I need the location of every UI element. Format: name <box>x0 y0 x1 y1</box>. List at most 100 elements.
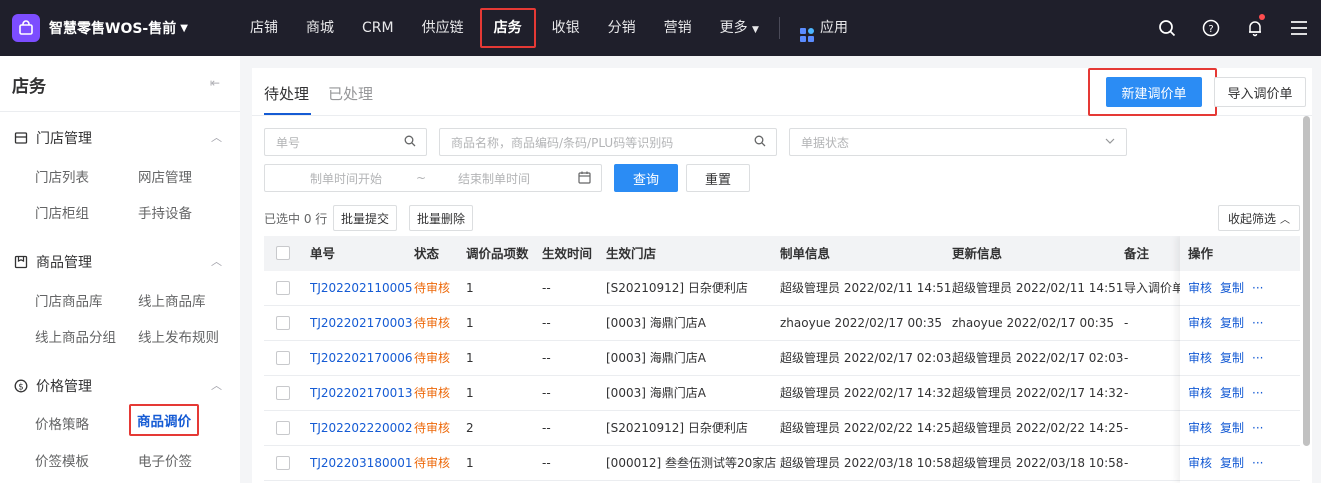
select-all-checkbox[interactable] <box>276 246 290 260</box>
item-count: 1 <box>466 386 474 400</box>
tab-processed[interactable]: 已处理 <box>328 83 373 104</box>
table-header: 单号 状态 调价品项数 生效时间 生效门店 制单信息 更新信息 备注 <box>264 236 1300 271</box>
sidebar-group-header[interactable]: 门店管理 <box>14 128 92 148</box>
order-no-link[interactable]: TJ202202170006 <box>310 341 413 376</box>
sidebar-item-price-tag-template[interactable]: 价签模板 <box>35 450 89 470</box>
copy-link[interactable]: 复制 <box>1220 386 1244 400</box>
table-row[interactable]: TJ202202220002 待审核 2 -- [S20210912] 日杂便利… <box>264 411 1300 446</box>
row-checkbox[interactable] <box>276 386 290 400</box>
collapse-sidebar-icon[interactable]: ⇤ <box>210 76 220 90</box>
bell-icon[interactable] <box>1233 0 1277 56</box>
row-checkbox[interactable] <box>276 421 290 435</box>
batch-delete-button[interactable]: 批量删除 <box>409 205 473 231</box>
more-actions-icon[interactable]: ··· <box>1252 421 1263 435</box>
svg-text:?: ? <box>1208 24 1213 35</box>
nav-item-crm[interactable]: CRM <box>348 8 408 48</box>
query-button[interactable]: 查询 <box>614 164 678 192</box>
sidebar-item-e-price-tag[interactable]: 电子价签 <box>138 450 192 470</box>
approve-link[interactable]: 审核 <box>1188 421 1212 435</box>
nav-item-apps[interactable]: 应用 <box>786 8 862 48</box>
chevron-up-icon[interactable]: ︿ <box>211 129 222 145</box>
row-checkbox[interactable] <box>276 281 290 295</box>
menu-icon[interactable] <box>1277 0 1321 56</box>
status-select[interactable]: 单据状态 <box>789 128 1127 156</box>
table-row[interactable]: TJ202202170013 待审核 1 -- [0003] 海鼎门店A 超级管… <box>264 376 1300 411</box>
collapse-filter-button[interactable]: 收起筛选 ︿ <box>1218 205 1300 231</box>
sidebar-item-publish-rules[interactable]: 线上发布规则 <box>138 326 219 346</box>
end-time-placeholder: 结束制单时间 <box>458 171 531 186</box>
remark: - <box>1124 421 1129 435</box>
effective-time: -- <box>542 386 551 400</box>
row-checkbox[interactable] <box>276 351 290 365</box>
order-no-link[interactable]: TJ202202170003 <box>310 306 413 341</box>
sidebar-item-price-strategy[interactable]: 价格策略 <box>35 413 89 433</box>
sidebar-item-online-store[interactable]: 网店管理 <box>138 166 192 186</box>
new-price-adjust-button[interactable]: 新建调价单 <box>1106 77 1202 107</box>
chevron-down-icon <box>1104 135 1116 150</box>
approve-link[interactable]: 审核 <box>1188 351 1212 365</box>
vertical-scrollbar[interactable] <box>1303 116 1310 446</box>
nav-item-mall[interactable]: 商城 <box>292 8 348 48</box>
updated-info: 超级管理员 2022/02/17 02:03 <box>952 351 1124 365</box>
approve-link[interactable]: 审核 <box>1188 281 1212 295</box>
import-price-adjust-button[interactable]: 导入调价单 <box>1214 77 1306 107</box>
reset-button[interactable]: 重置 <box>686 164 750 192</box>
table-row[interactable]: TJ202202110005 待审核 1 -- [S20210912] 日杂便利… <box>264 271 1300 306</box>
nav-item-marketing[interactable]: 营销 <box>650 8 706 48</box>
approve-link[interactable]: 审核 <box>1188 386 1212 400</box>
copy-link[interactable]: 复制 <box>1220 281 1244 295</box>
sidebar-item-handheld[interactable]: 手持设备 <box>138 202 192 222</box>
nav-item-more[interactable]: 更多 ▼ <box>706 8 773 48</box>
brand-switcher[interactable]: 智慧零售WOS-售前 ▼ <box>12 12 188 44</box>
nav-item-store-affairs[interactable]: 店务 <box>479 8 536 48</box>
more-actions-icon[interactable]: ··· <box>1252 351 1263 365</box>
table-row[interactable]: TJ202203180001 待审核 1 -- [000012] 叁叁伍测试等2… <box>264 446 1300 481</box>
more-actions-icon[interactable]: ··· <box>1252 456 1263 470</box>
chevron-up-icon[interactable]: ︿ <box>211 377 222 393</box>
sidebar-item-online-goods[interactable]: 线上商品库 <box>138 290 206 310</box>
order-no-link[interactable]: TJ202202220002 <box>310 411 413 446</box>
sidebar-item-price-adjust[interactable]: 商品调价 <box>129 404 199 436</box>
order-no-input[interactable]: 单号 <box>264 128 427 156</box>
nav-item-supply-chain[interactable]: 供应链 <box>408 8 478 48</box>
table-row[interactable]: TJ202202170003 待审核 1 -- [0003] 海鼎门店A zha… <box>264 306 1300 341</box>
copy-link[interactable]: 复制 <box>1220 456 1244 470</box>
help-icon[interactable]: ? <box>1189 0 1233 56</box>
apps-grid-icon <box>799 28 814 42</box>
chevron-up-icon[interactable]: ︿ <box>211 253 222 269</box>
row-actions: 审核 复制 ··· <box>1180 411 1300 446</box>
nav-item-distribution[interactable]: 分销 <box>594 8 650 48</box>
tab-pending[interactable]: 待处理 <box>264 83 309 104</box>
sidebar-item-online-goods-group[interactable]: 线上商品分组 <box>35 326 116 346</box>
more-actions-icon[interactable]: ··· <box>1252 281 1263 295</box>
more-actions-icon[interactable]: ··· <box>1252 316 1263 330</box>
order-no-placeholder: 单号 <box>276 135 301 150</box>
goods-search-placeholder: 商品名称，商品编码/条码/PLU码等识别码 <box>451 135 674 150</box>
table-row[interactable]: TJ202202170006 待审核 1 -- [0003] 海鼎门店A 超级管… <box>264 341 1300 376</box>
row-checkbox[interactable] <box>276 316 290 330</box>
order-no-link[interactable]: TJ202202110005 <box>310 271 413 306</box>
copy-link[interactable]: 复制 <box>1220 316 1244 330</box>
copy-link[interactable]: 复制 <box>1220 351 1244 365</box>
date-range-picker[interactable]: 制单时间开始 ~ 结束制单时间 <box>264 164 602 192</box>
sidebar-item-store-counter[interactable]: 门店柜组 <box>35 202 89 222</box>
updated-info: 超级管理员 2022/02/11 14:51 <box>952 281 1124 295</box>
nav-item-cashier[interactable]: 收银 <box>538 8 594 48</box>
more-actions-icon[interactable]: ··· <box>1252 386 1263 400</box>
row-actions: 审核 复制 ··· <box>1180 341 1300 376</box>
sidebar-divider <box>0 111 240 112</box>
sidebar-group-header[interactable]: 商品管理 <box>14 252 92 272</box>
sidebar-item-store-goods[interactable]: 门店商品库 <box>35 290 103 310</box>
copy-link[interactable]: 复制 <box>1220 421 1244 435</box>
batch-submit-button[interactable]: 批量提交 <box>333 205 397 231</box>
goods-search-input[interactable]: 商品名称，商品编码/条码/PLU码等识别码 <box>439 128 777 156</box>
nav-item-shop[interactable]: 店铺 <box>236 8 292 48</box>
order-no-link[interactable]: TJ202202170013 <box>310 376 413 411</box>
sidebar-group-header[interactable]: $ 价格管理 <box>14 376 92 396</box>
order-no-link[interactable]: TJ202203180001 <box>310 446 413 481</box>
approve-link[interactable]: 审核 <box>1188 456 1212 470</box>
row-checkbox[interactable] <box>276 456 290 470</box>
approve-link[interactable]: 审核 <box>1188 316 1212 330</box>
sidebar-item-store-list[interactable]: 门店列表 <box>35 166 89 186</box>
search-icon[interactable] <box>1145 0 1189 56</box>
